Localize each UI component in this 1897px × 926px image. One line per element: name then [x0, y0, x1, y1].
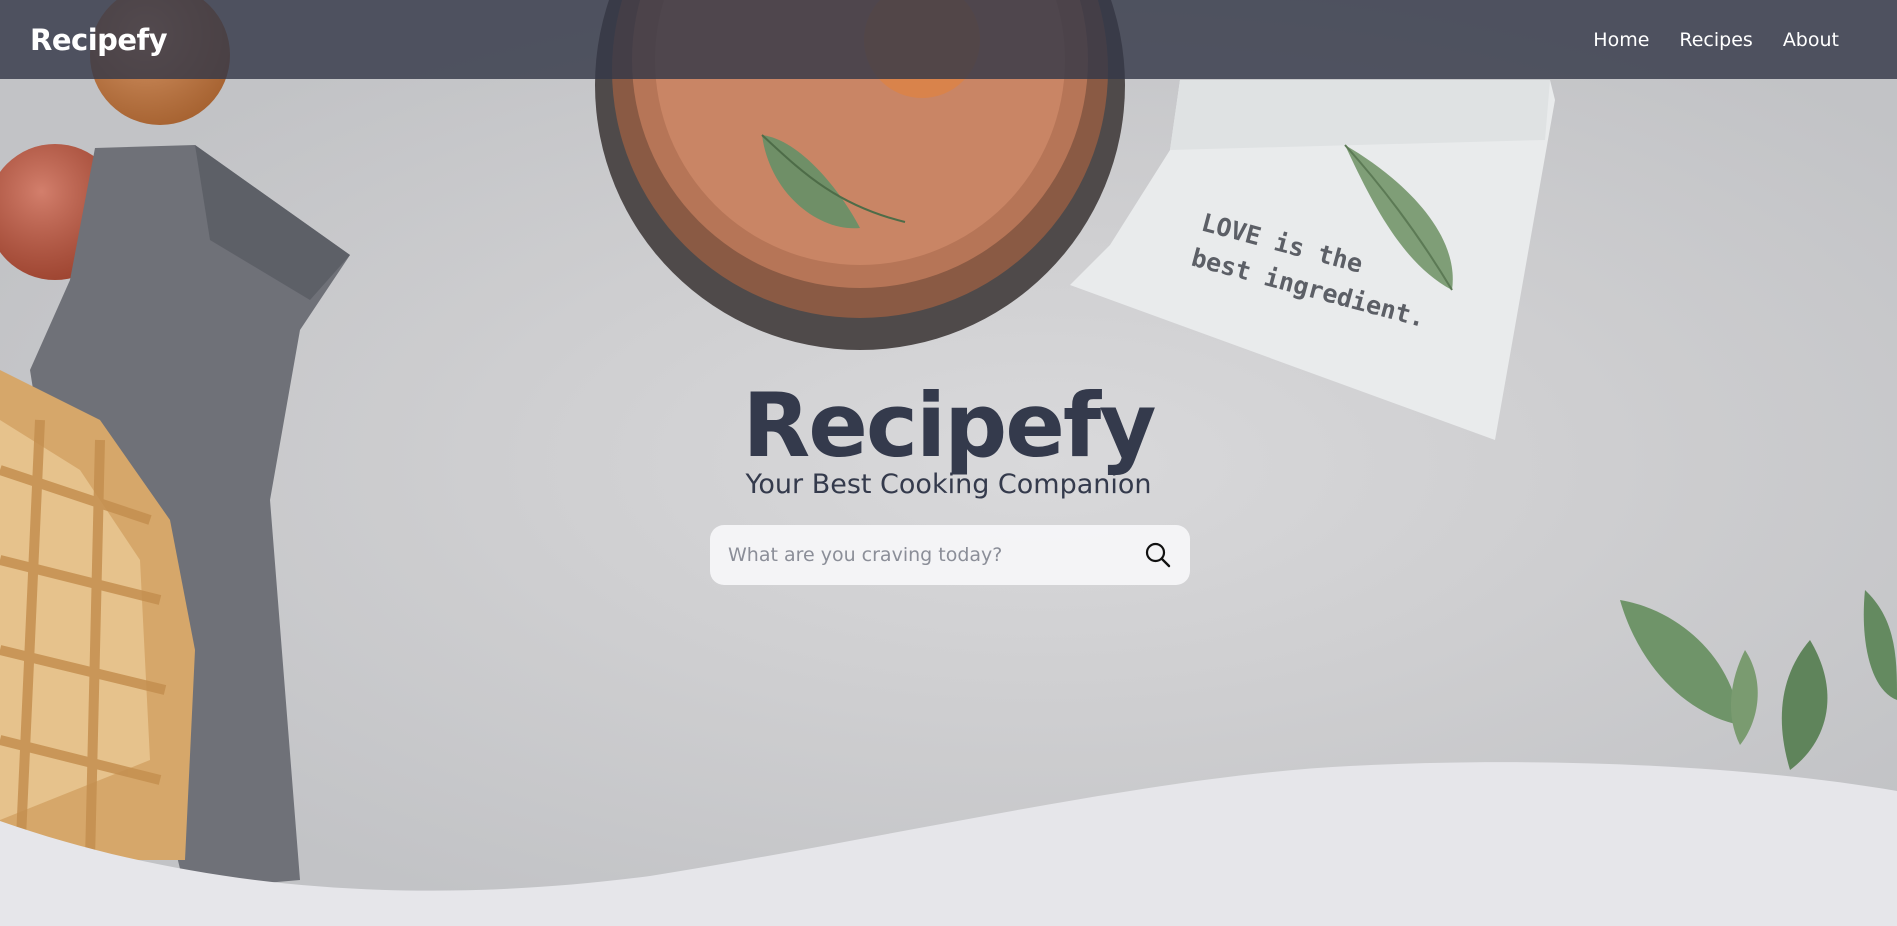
- nav-link-home[interactable]: Home: [1593, 29, 1649, 51]
- search-button[interactable]: [1142, 539, 1174, 571]
- hero-heading-group: Recipefy Your Best Cooking Companion: [0, 378, 1897, 502]
- top-navbar: Recipefy Home Recipes About: [0, 0, 1897, 79]
- landing-page: LOVE is the best ingredient. Recipefy Ho…: [0, 0, 1897, 926]
- nav-link-recipes[interactable]: Recipes: [1679, 29, 1752, 51]
- search-icon: [1145, 542, 1171, 568]
- nav-link-about[interactable]: About: [1783, 29, 1839, 51]
- hero-subtitle: Your Best Cooking Companion: [745, 469, 1152, 500]
- nav-links: Home Recipes About: [1593, 29, 1839, 51]
- hero-title: Recipefy: [742, 374, 1156, 477]
- hero-bottom-wave: [0, 762, 1897, 926]
- search-input[interactable]: [726, 543, 1142, 567]
- search-box: [710, 525, 1190, 585]
- brand-logo-link[interactable]: Recipefy: [30, 23, 168, 57]
